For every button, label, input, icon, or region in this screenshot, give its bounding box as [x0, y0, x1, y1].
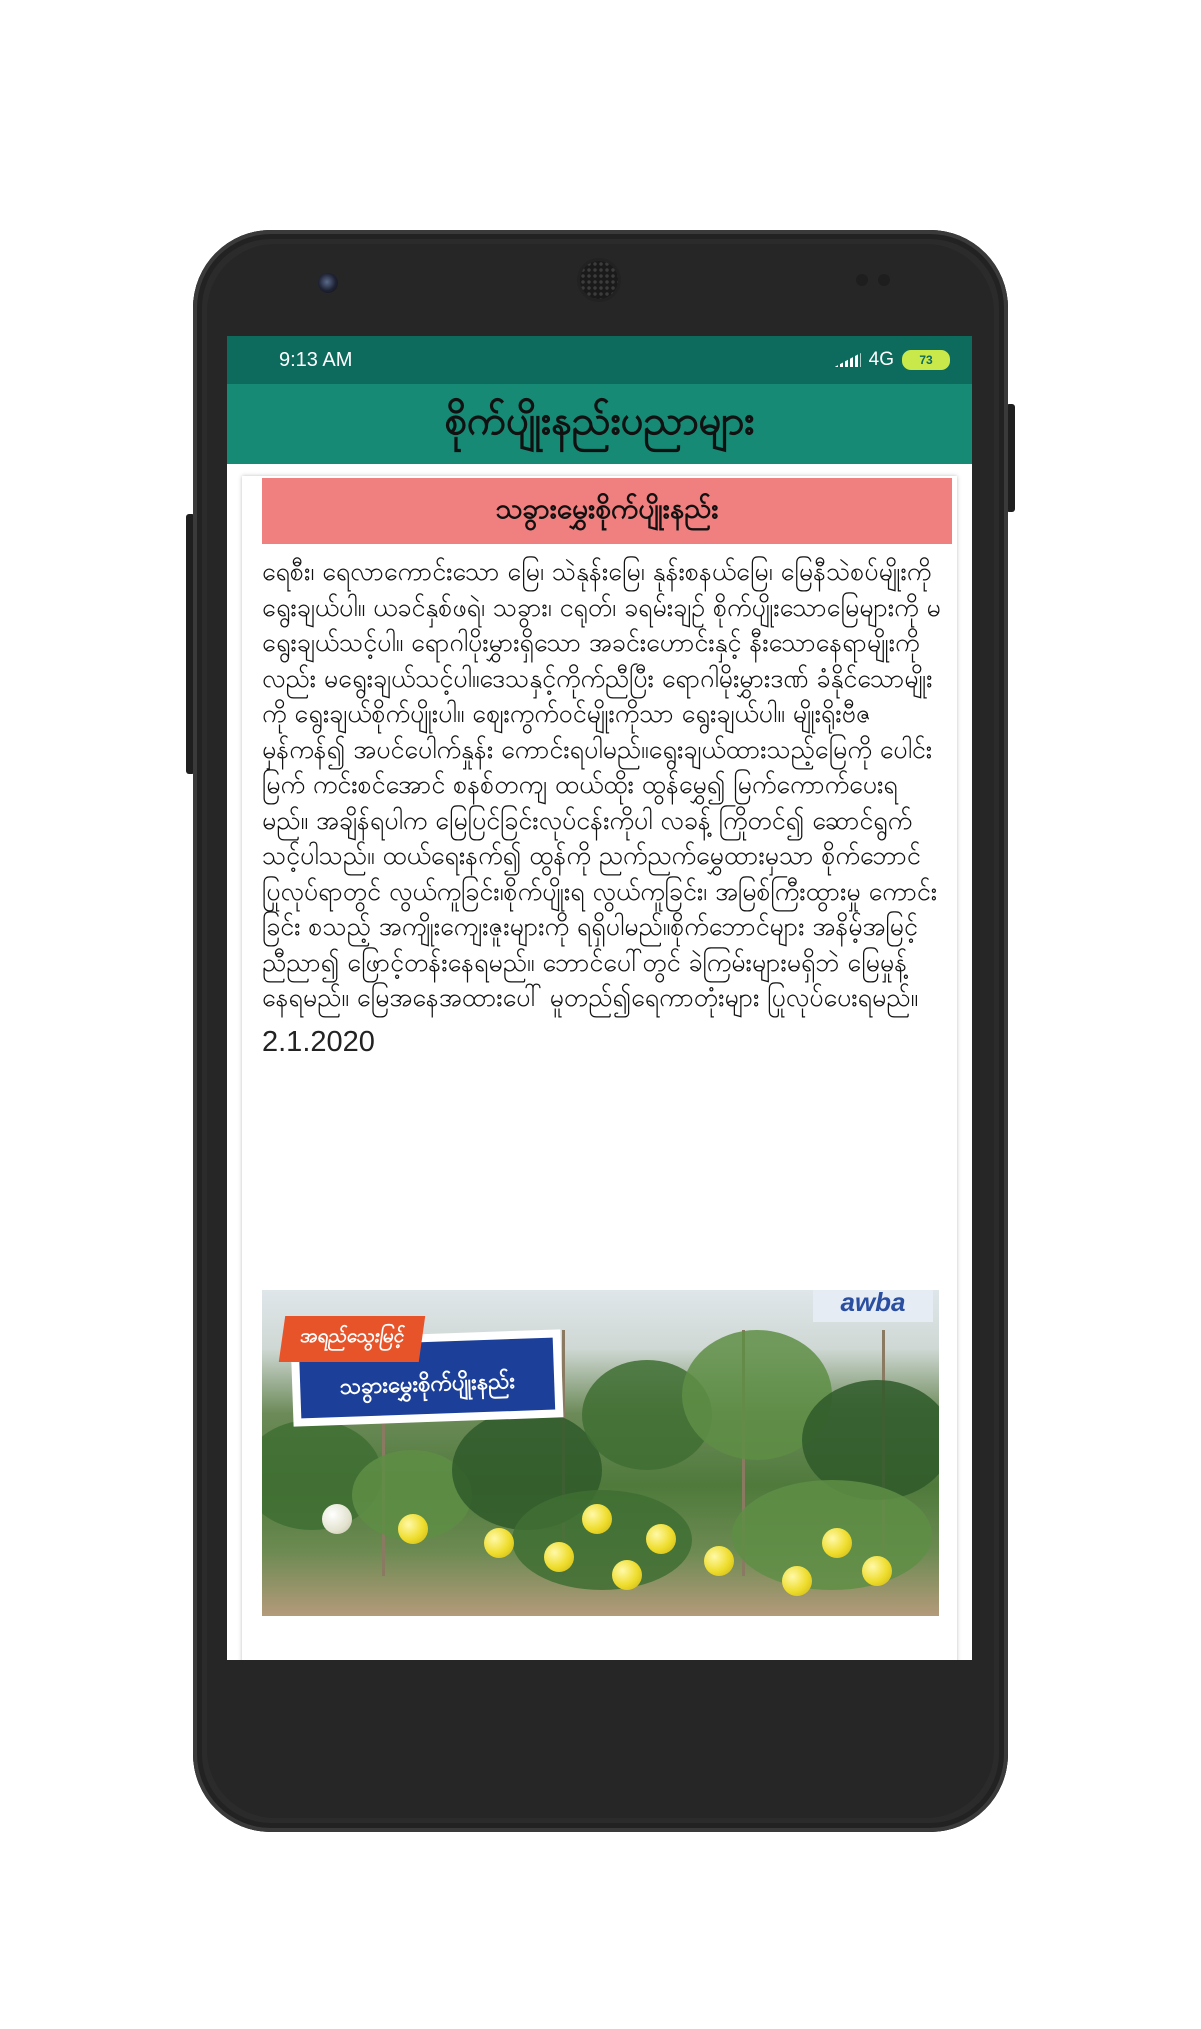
sensor-icon [878, 274, 890, 286]
app-bar: စိုက်ပျိုးနည်းပညာများ [227, 384, 972, 464]
phone-screen: 9:13 AM 4G 73 စိုက်ပျိုးနည်းပညာများ သခွာ… [227, 336, 972, 1660]
article-card[interactable]: သခွားမွှေးစိုက်ပျိုးနည်း ရေစီး၊ ရေလာကောင… [242, 476, 957, 1660]
melon [862, 1556, 892, 1586]
melon [544, 1542, 574, 1572]
melon [646, 1524, 676, 1554]
melon [782, 1566, 812, 1596]
status-time: 9:13 AM [279, 348, 353, 371]
article-body: ရေစီး၊ ရေလာကောင်းသော မြေ၊ သဲနုန်းမြေ၊ နု… [262, 557, 941, 1012]
app-title: စိုက်ပျိုးနည်းပညာများ [444, 397, 755, 444]
signal-icon [834, 353, 861, 367]
sensor-icon [856, 274, 868, 286]
melon [398, 1514, 428, 1544]
melon [322, 1504, 352, 1534]
network-type: 4G [868, 349, 894, 370]
melon [582, 1504, 612, 1534]
article-title-banner: သခွားမွှေးစိုက်ပျိုးနည်း [262, 478, 952, 544]
image-badge-small: အရည်သွေးမြင့် [278, 1316, 426, 1362]
status-bar: 9:13 AM 4G 73 [227, 336, 972, 384]
brand-logo: awba [813, 1290, 933, 1322]
earpiece-speaker-icon [580, 261, 618, 299]
melon [484, 1528, 514, 1558]
melon [612, 1560, 642, 1590]
article-title: သခွားမွှေးစိုက်ပျိုးနည်း [495, 492, 719, 525]
status-icons: 4G 73 [834, 349, 950, 371]
front-camera-icon [318, 273, 338, 293]
battery-icon: 73 [902, 350, 950, 370]
article-image[interactable]: awba အရည်သွေးမြင့် သခွားမွှေးစိုက်ပျိုးန… [262, 1290, 939, 1616]
melon [822, 1528, 852, 1558]
article-date: 2.1.2020 [262, 1025, 375, 1058]
melon [704, 1546, 734, 1576]
